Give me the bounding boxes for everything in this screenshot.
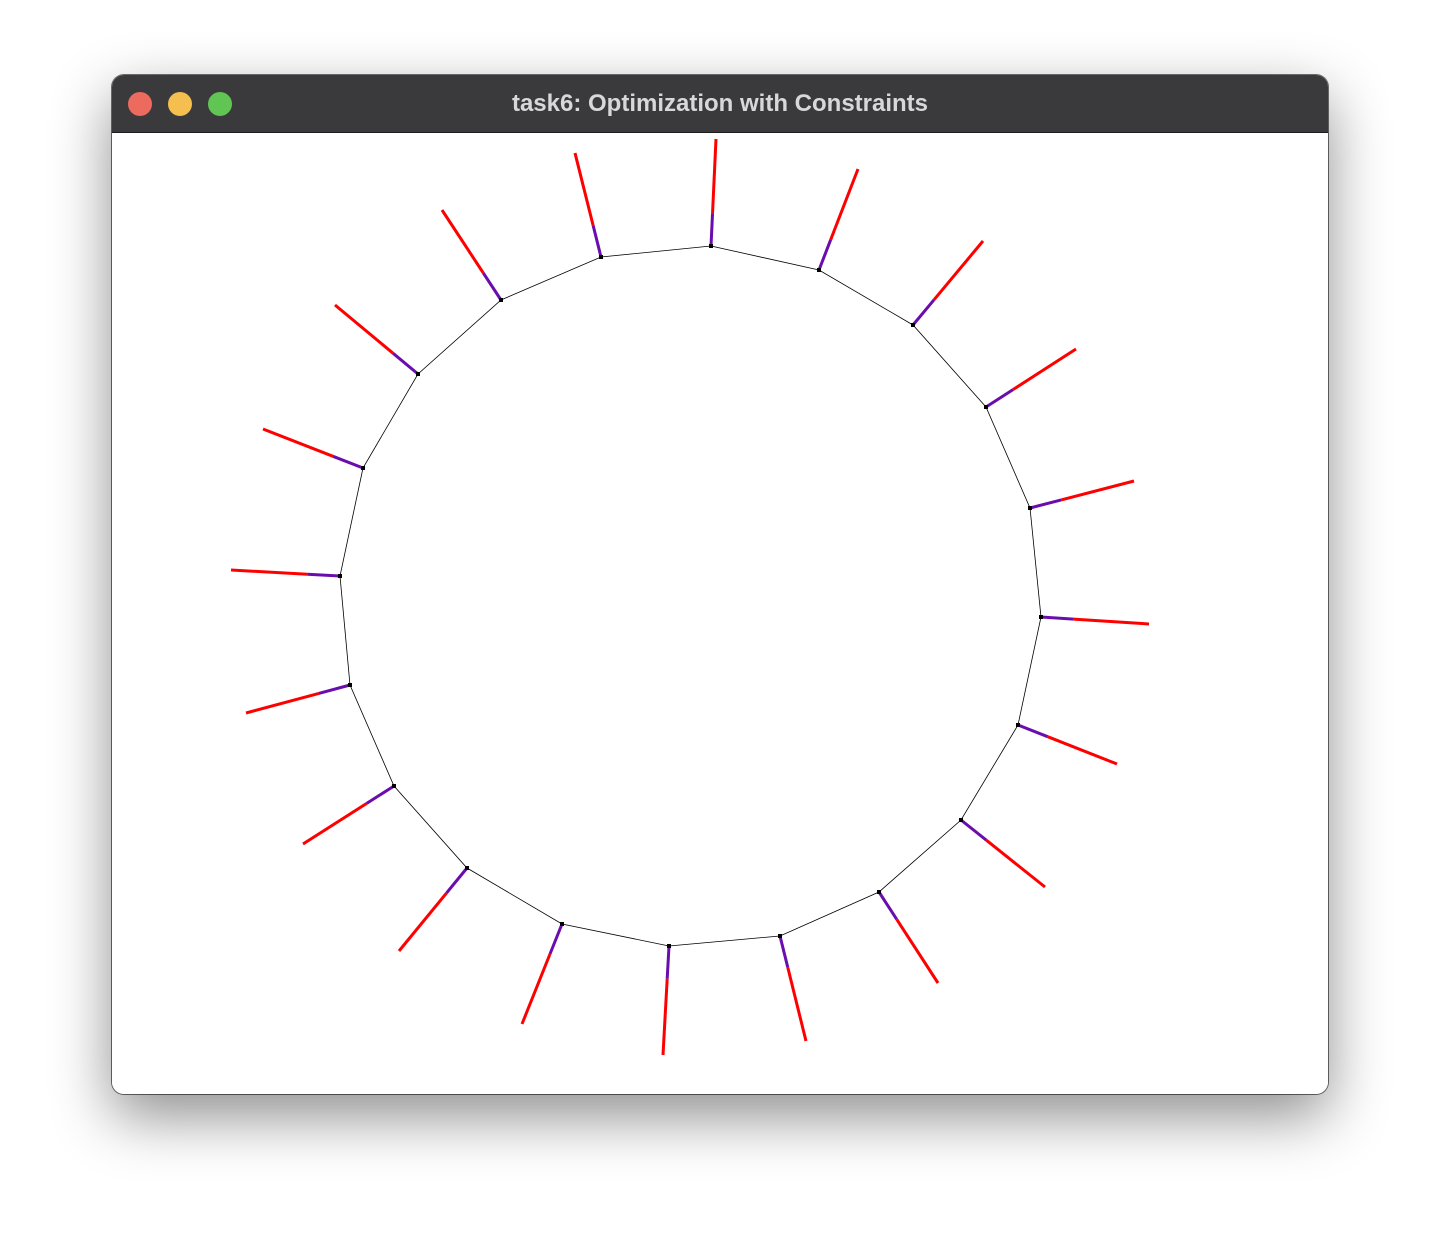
polygon-vertex[interactable]	[1016, 723, 1020, 727]
spike-inner-segment	[960, 818, 988, 842]
spike-outer-segment	[245, 691, 320, 715]
spike-inner-segment	[445, 867, 469, 894]
spike-outer-segment	[397, 891, 448, 952]
spike-outer-segment	[302, 802, 368, 846]
spike-inner-segment	[332, 454, 364, 470]
polygon-vertex[interactable]	[361, 466, 365, 470]
spike-inner-segment	[591, 225, 603, 258]
spike-outer-segment	[985, 838, 1046, 889]
polygon-vertex[interactable]	[709, 244, 713, 248]
title-bar[interactable]: task6: Optimization with Constraints	[112, 75, 1328, 133]
spike-outer-segment	[440, 209, 485, 274]
spike-inner-segment	[365, 784, 395, 805]
polygon-vertex[interactable]	[911, 323, 915, 327]
polygon-vertex[interactable]	[667, 944, 671, 948]
spike-inner-segment	[817, 239, 833, 271]
constraint-polygon	[339, 245, 1042, 947]
polygon-vertex[interactable]	[348, 683, 352, 687]
polygon-vertex[interactable]	[599, 255, 603, 259]
drawing-canvas[interactable]	[112, 133, 1328, 1094]
spike-outer-segment	[711, 138, 718, 214]
spike-inner-segment	[877, 891, 898, 921]
spike-inner-segment	[778, 935, 790, 968]
spike-inner-segment	[665, 945, 671, 979]
polygon-vertex[interactable]	[499, 298, 503, 302]
spike-inner-segment	[482, 272, 503, 301]
spike-inner-segment	[548, 923, 564, 955]
spike-inner-segment	[392, 352, 419, 376]
polygon-vertex[interactable]	[392, 784, 396, 788]
polygon-vertex[interactable]	[416, 372, 420, 376]
spike-outer-segment	[829, 168, 860, 241]
polygon-vertex[interactable]	[778, 934, 782, 938]
app-window: task6: Optimization with Constraints	[112, 75, 1328, 1094]
spike-outer-segment	[895, 918, 940, 984]
spike-inner-segment	[1029, 498, 1062, 510]
spike-inner-segment	[709, 213, 714, 247]
polygon-vertex[interactable]	[1039, 615, 1043, 619]
spike-outer-segment	[262, 427, 334, 458]
polygon-vertex[interactable]	[560, 922, 564, 926]
polygon-vertex[interactable]	[1028, 506, 1032, 510]
spike-outer-segment	[1060, 479, 1135, 502]
spike-inner-segment	[307, 572, 341, 578]
window-title: task6: Optimization with Constraints	[511, 90, 929, 117]
spike-inner-segment	[985, 388, 1014, 409]
spike-outer-segment	[573, 152, 595, 227]
polygon-vertex[interactable]	[465, 866, 469, 870]
spike-outer-segment	[230, 568, 308, 576]
spike-inner-segment	[1040, 615, 1074, 621]
spike-outer-segment	[1012, 347, 1077, 391]
spike-inner-segment	[318, 683, 351, 695]
spike-inner-segment	[1017, 723, 1049, 739]
polygon-vertex[interactable]	[817, 268, 821, 272]
polygon-vertex[interactable]	[959, 818, 963, 822]
spike-outer-segment	[1047, 735, 1118, 766]
spike-inner-segment	[911, 298, 936, 326]
spike-outer-segment	[1073, 617, 1150, 626]
spike-outer-segment	[334, 303, 395, 355]
spike-outer-segment	[520, 953, 552, 1025]
spike-outer-segment	[661, 978, 669, 1056]
spike-outer-segment	[786, 967, 808, 1042]
polygon-vertex[interactable]	[984, 405, 988, 409]
scene-svg	[230, 138, 1150, 1056]
polygon-vertex[interactable]	[338, 574, 342, 578]
polygon-vertex[interactable]	[877, 890, 881, 894]
spike-outer-segment	[932, 240, 985, 301]
